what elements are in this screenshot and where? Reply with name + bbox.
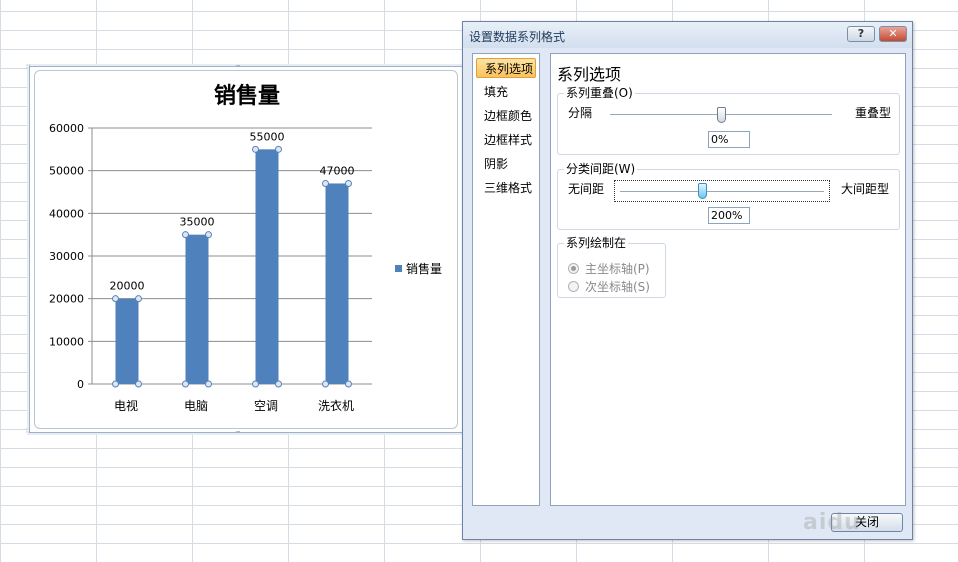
bar-selection-handle[interactable] (252, 145, 259, 153)
section-title: 系列选项 (557, 65, 622, 84)
series-options-panel: 系列选项 系列重叠(O) 分隔 重叠型 0% 分类间距(W) 无间距 大间距型 … (550, 53, 906, 506)
secondary-axis-option[interactable]: 次坐标轴(S) (568, 278, 650, 295)
bar-selection-handle[interactable] (205, 380, 212, 388)
overlap-right-label: 重叠型 (854, 106, 891, 120)
data-labels[interactable]: 20000 35000 55000 47000 (110, 130, 355, 292)
gap-width-slider-thumb[interactable] (697, 183, 707, 199)
gap-width-input[interactable]: 200% (708, 207, 750, 224)
resize-handle-top-left[interactable]: ∷ (26, 64, 31, 71)
legend-label: 销售量 (406, 261, 442, 276)
series-overlap-legend: 系列重叠(O) (564, 86, 635, 101)
category-labels[interactable]: 电视 电脑 空调 洗衣机 (114, 398, 354, 413)
bar-selection-handle[interactable] (205, 231, 212, 239)
legend[interactable]: 销售量 (395, 261, 442, 276)
bar-selection-handle[interactable] (112, 380, 119, 388)
secondary-axis-label: 次坐标轴(S) (585, 280, 650, 294)
category-label: 电脑 (184, 399, 208, 413)
format-data-series-dialog: 设置数据系列格式 ? ✕ 系列选项 填充 边框颜色 边框样式 阴影 三维格式 系… (462, 21, 913, 540)
nav-item-fill[interactable]: 填充 (476, 82, 536, 102)
chart-title[interactable]: 销售量 (214, 83, 280, 109)
primary-axis-radio[interactable] (568, 263, 579, 274)
category-label: 电视 (114, 398, 138, 413)
nav-item-series-options[interactable]: 系列选项 (476, 58, 536, 78)
gap-width-group: 分类间距(W) 无间距 大间距型 200% (557, 162, 900, 230)
bar-selection-handle[interactable] (182, 380, 189, 388)
bar[interactable] (325, 183, 349, 384)
bar-selection-handle[interactable] (275, 145, 282, 153)
series-overlap-input[interactable]: 0% (708, 131, 750, 148)
nav-item-3d-format[interactable]: 三维格式 (476, 178, 536, 198)
category-nav: 系列选项 填充 边框颜色 边框样式 阴影 三维格式 (472, 53, 540, 506)
bar-selection-handle[interactable] (182, 231, 189, 239)
y-tick-label: 40000 (49, 207, 84, 220)
dialog-titlebar[interactable]: 设置数据系列格式 ? ✕ (463, 22, 912, 48)
bar-selection-handle[interactable] (345, 179, 352, 187)
y-tick-label: 60000 (49, 122, 84, 135)
series-overlap-group: 系列重叠(O) 分隔 重叠型 0% (557, 86, 900, 155)
resize-handle-bottom-left[interactable]: ∷ (26, 428, 31, 435)
data-label[interactable]: 35000 (180, 216, 215, 229)
legend-swatch (395, 265, 402, 272)
bar[interactable] (185, 234, 209, 384)
y-tick-label: 0 (77, 378, 84, 391)
gap-right-label: 大间距型 (840, 182, 889, 196)
primary-axis-label: 主坐标轴(P) (585, 262, 650, 276)
data-label[interactable]: 47000 (320, 164, 355, 177)
watermark-text: aidu (803, 510, 861, 535)
data-label[interactable]: 20000 (110, 280, 145, 293)
y-axis-ticks[interactable]: 0 10000 20000 30000 40000 50000 60000 (49, 122, 84, 391)
secondary-axis-radio[interactable] (568, 281, 579, 292)
bar-selection-handle[interactable] (322, 179, 329, 187)
gap-left-label: 无间距 (568, 182, 605, 196)
gap-width-slider-track[interactable] (620, 191, 824, 193)
bar-selection-handle[interactable] (252, 380, 259, 388)
y-tick-label: 30000 (49, 250, 84, 263)
bar[interactable] (115, 298, 139, 384)
category-label: 空调 (254, 399, 278, 413)
data-label[interactable]: 55000 (250, 130, 285, 143)
bar-selection-handle[interactable] (275, 380, 282, 388)
series-overlap-slider-thumb[interactable] (717, 107, 726, 123)
chart-object[interactable]: ∷ ···· ∷ ⋮ ⋮ ∷ ···· ∷ 销售量 01000020000300… (26, 63, 467, 436)
bars[interactable] (112, 145, 352, 388)
bar-selection-handle[interactable] (135, 295, 142, 303)
bar[interactable] (255, 149, 279, 384)
gap-width-legend: 分类间距(W) (564, 162, 638, 177)
y-tick-label: 50000 (49, 165, 84, 178)
dialog-title: 设置数据系列格式 (469, 30, 566, 44)
nav-item-border-style[interactable]: 边框样式 (476, 130, 536, 150)
bar-chart[interactable]: 销售量 0 10000 20000 30000 40000 50000 60000 2000… (30, 67, 462, 432)
category-label: 洗衣机 (318, 398, 354, 413)
bar-selection-handle[interactable] (345, 380, 352, 388)
help-button[interactable]: ? (847, 26, 875, 42)
bar-selection-handle[interactable] (112, 295, 119, 303)
bar-selection-handle[interactable] (135, 380, 142, 388)
overlap-left-label: 分隔 (568, 106, 593, 120)
bar-selection-handle[interactable] (322, 380, 329, 388)
plot-series-on-group: 系列绘制在 主坐标轴(P) 次坐标轴(S) (557, 236, 666, 298)
y-tick-label: 20000 (49, 293, 84, 306)
y-tick-label: 10000 (49, 335, 84, 348)
nav-item-shadow[interactable]: 阴影 (476, 154, 536, 174)
close-icon[interactable]: ✕ (879, 26, 907, 42)
plot-series-on-legend: 系列绘制在 (564, 236, 629, 251)
primary-axis-option[interactable]: 主坐标轴(P) (568, 260, 650, 277)
nav-item-border-color[interactable]: 边框颜色 (476, 106, 536, 126)
